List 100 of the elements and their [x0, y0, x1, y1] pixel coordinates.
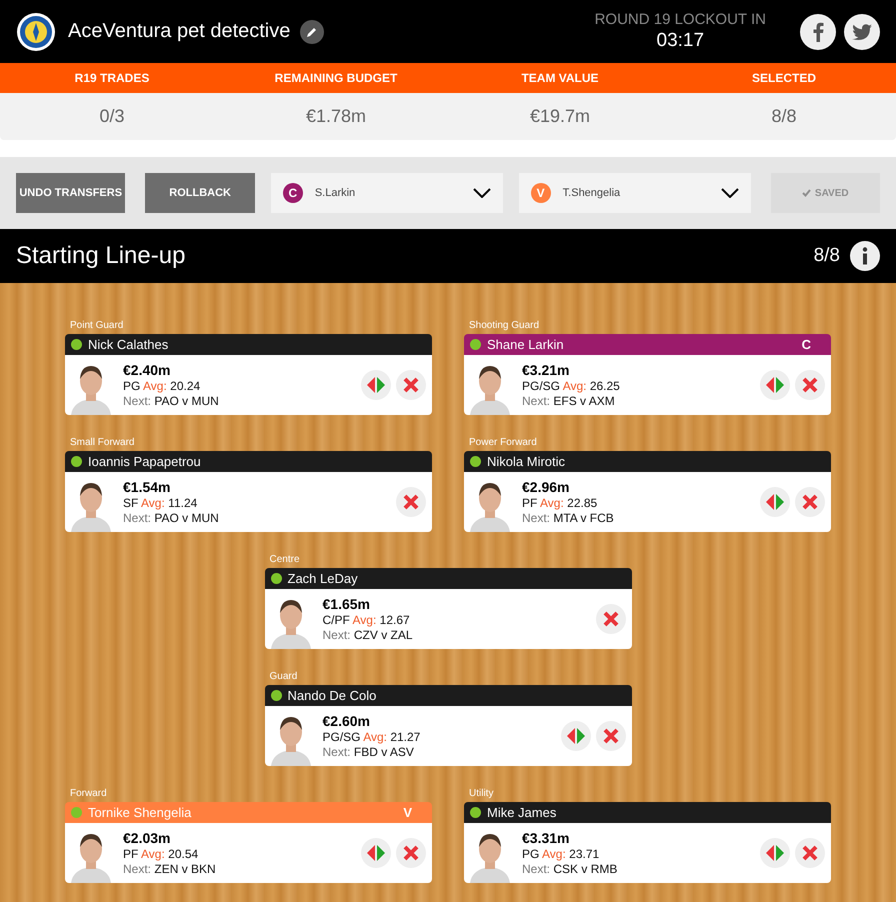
close-icon [402, 376, 420, 394]
stat-label: REMAINING BUDGET [274, 71, 398, 85]
next-fixture: Next: CSK v RMB [522, 862, 618, 876]
player-price: €2.03m [123, 830, 172, 846]
position-label: Shooting Guard [469, 320, 540, 333]
status-dot [270, 690, 282, 701]
close-icon [402, 493, 420, 511]
position-label: Small Forward [70, 437, 136, 450]
player-name: Nando De Colo [288, 688, 376, 703]
stat-value: €1.78m [304, 106, 368, 127]
swap-button[interactable] [760, 487, 790, 517]
player-price: €2.96m [522, 479, 570, 495]
player-name: Zach LeDay [288, 571, 358, 586]
next-fixture: Next: EFS v AXM [522, 394, 616, 408]
close-icon [801, 493, 819, 511]
next-fixture: Next: FBD v ASV [322, 745, 415, 759]
position-label: Centre [270, 554, 301, 567]
position-label: Point Guard [70, 320, 124, 333]
countdown-timer: 03:17 [656, 30, 704, 52]
status-dot [470, 339, 481, 350]
dropdown-value: S.Larkin [314, 187, 356, 199]
facebook-icon [812, 22, 824, 42]
team-name: AceVentura pet detective [68, 20, 290, 43]
close-icon [801, 844, 819, 862]
player-average: C/PF Avg: 12.67 [322, 613, 411, 627]
next-fixture: Next: PAO v MUN [123, 511, 219, 525]
swap-icon [765, 843, 785, 863]
player-name: Tornike Shengelia [88, 805, 192, 820]
player-dropdown[interactable]: C S.Larkin [270, 173, 503, 213]
swap-button[interactable] [560, 721, 590, 751]
next-fixture: Next: ZEN v BKN [123, 862, 216, 876]
club-logo [16, 12, 56, 52]
swap-icon [566, 726, 586, 746]
player-price: €2.60m [322, 713, 371, 729]
chevron-icon [472, 188, 491, 198]
position-label: Utility [469, 788, 494, 801]
remove-button[interactable] [396, 838, 426, 868]
dropdown-value: T.Shengelia [562, 187, 622, 199]
player-average: PG Avg: 23.71 [522, 847, 600, 861]
remove-button[interactable] [795, 487, 825, 517]
player-price: €2.40m [123, 362, 172, 378]
captain-mark: V [403, 805, 412, 820]
selected-count: 8/8 [814, 245, 840, 267]
swap-button[interactable] [361, 838, 391, 868]
remove-button[interactable] [596, 604, 626, 634]
player-average: PG/SG Avg: 26.25 [522, 379, 620, 393]
status-dot [270, 573, 282, 584]
player-price: €1.54m [123, 479, 172, 495]
swap-icon [366, 843, 386, 863]
remove-button[interactable] [396, 487, 426, 517]
stat-label: SELECTED [750, 71, 817, 85]
close-icon [801, 376, 819, 394]
swap-button[interactable] [760, 838, 790, 868]
player-price: €3.21m [522, 362, 570, 378]
lineup-title: Starting Line-up [16, 242, 186, 270]
swap-button[interactable] [361, 370, 391, 400]
info-icon[interactable] [850, 241, 880, 271]
captain-mark: C [802, 337, 811, 352]
swap-button[interactable] [760, 370, 790, 400]
player-average: PF Avg: 20.54 [123, 847, 200, 861]
player-name: Nick Calathes [88, 337, 168, 352]
status-dot [71, 456, 82, 467]
player-average: PF Avg: 22.85 [522, 496, 598, 510]
status-dot [71, 807, 82, 818]
position-label: Guard [270, 671, 298, 684]
lockout-label: ROUND 19 LOCKOUT IN [594, 11, 766, 28]
stat-value: 8/8 [770, 106, 798, 127]
chevron-icon [720, 188, 739, 198]
swap-icon [765, 492, 785, 512]
facebook-button[interactable] [800, 14, 836, 50]
position-label: Forward [70, 788, 108, 801]
player-price: €3.31m [522, 830, 570, 846]
stat-label: R19 TRADES [74, 71, 150, 85]
close-icon [402, 844, 420, 862]
next-fixture: Next: MTA v FCB [522, 511, 614, 525]
remove-button[interactable] [596, 721, 626, 751]
player-name: Ioannis Papapetrou [88, 454, 201, 469]
stat-value: 0/3 [98, 106, 126, 127]
status-dot [71, 339, 82, 350]
player-price: €1.65m [322, 596, 371, 612]
remove-button[interactable] [795, 838, 825, 868]
twitter-button[interactable] [844, 14, 880, 50]
stat-value: €19.7m [528, 106, 592, 127]
role-badge: C [282, 183, 303, 203]
player-average: SF Avg: 11.24 [123, 496, 198, 510]
swap-icon [366, 375, 386, 395]
player-dropdown[interactable]: V T.Shengelia [518, 173, 751, 213]
pencil-icon [306, 26, 318, 38]
remove-button[interactable] [795, 370, 825, 400]
status-dot [470, 456, 481, 467]
stat-label: TEAM VALUE [520, 71, 600, 85]
position-label: Power Forward [469, 437, 538, 450]
remove-button[interactable] [396, 370, 426, 400]
next-fixture: Next: CZV v ZAL [322, 628, 413, 642]
player-name: Shane Larkin [487, 337, 564, 352]
undo-button[interactable]: UNDO TRANSFERS [16, 173, 126, 213]
close-icon [602, 610, 620, 628]
rollback-button[interactable]: ROLLBACK [145, 173, 255, 213]
edit-button[interactable] [300, 20, 324, 44]
check-icon [802, 189, 811, 197]
